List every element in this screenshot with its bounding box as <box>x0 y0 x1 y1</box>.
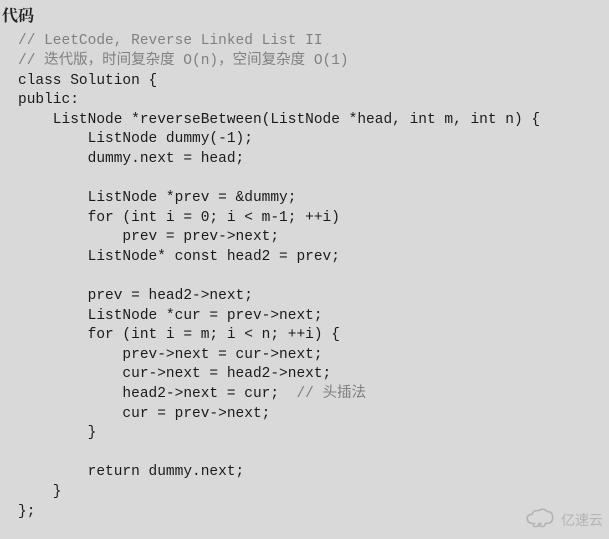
code-block: // LeetCode, Reverse Linked List II // 迭… <box>0 32 609 522</box>
watermark-text: 亿速云 <box>561 511 603 531</box>
comment-line-2: // 迭代版，时间复杂度 O(n)，空间复杂度 O(1) <box>18 53 349 69</box>
code-line: }; <box>18 504 35 520</box>
code-line: return dummy.next; <box>18 464 244 480</box>
cloud-icon <box>523 507 557 535</box>
section-heading: 代码 <box>0 0 609 32</box>
code-line: prev = prev->next; <box>18 229 279 245</box>
code-line: ListNode *prev = &dummy; <box>18 190 296 206</box>
comment-body: LeetCode, Reverse Linked List II <box>44 33 322 49</box>
page-root: 代码 // LeetCode, Reverse Linked List II /… <box>0 0 609 539</box>
comment-body: 迭代版，时间复杂度 O(n)，空间复杂度 O(1) <box>44 53 349 69</box>
comment-line-1: // LeetCode, Reverse Linked List II <box>18 33 323 49</box>
code-line: ListNode dummy(-1); <box>18 131 253 147</box>
code-line: prev = head2->next; <box>18 288 253 304</box>
code-line: class Solution { <box>18 73 157 89</box>
code-line: head2->next = cur; // 头插法 <box>18 386 366 402</box>
code-line: cur = prev->next; <box>18 406 270 422</box>
code-line: } <box>18 425 96 441</box>
comment-body: 头插法 <box>323 386 367 402</box>
comment-prefix: // <box>18 33 44 49</box>
code-line: dummy.next = head; <box>18 151 244 167</box>
code-line: for (int i = 0; i < m-1; ++i) <box>18 210 340 226</box>
code-line: for (int i = m; i < n; ++i) { <box>18 327 340 343</box>
code-line: } <box>18 484 62 500</box>
code-line: ListNode *reverseBetween(ListNode *head,… <box>18 112 540 128</box>
code-line: ListNode* const head2 = prev; <box>18 249 340 265</box>
code-line: cur->next = head2->next; <box>18 366 331 382</box>
code-line: ListNode *cur = prev->next; <box>18 308 323 324</box>
comment-prefix: // <box>296 386 322 402</box>
inline-comment: // 头插法 <box>296 386 366 402</box>
code-line: public: <box>18 92 79 108</box>
code-fragment: head2->next = cur; <box>18 386 296 402</box>
comment-prefix: // <box>18 53 44 69</box>
watermark: 亿速云 <box>523 507 603 535</box>
code-line: prev->next = cur->next; <box>18 347 323 363</box>
